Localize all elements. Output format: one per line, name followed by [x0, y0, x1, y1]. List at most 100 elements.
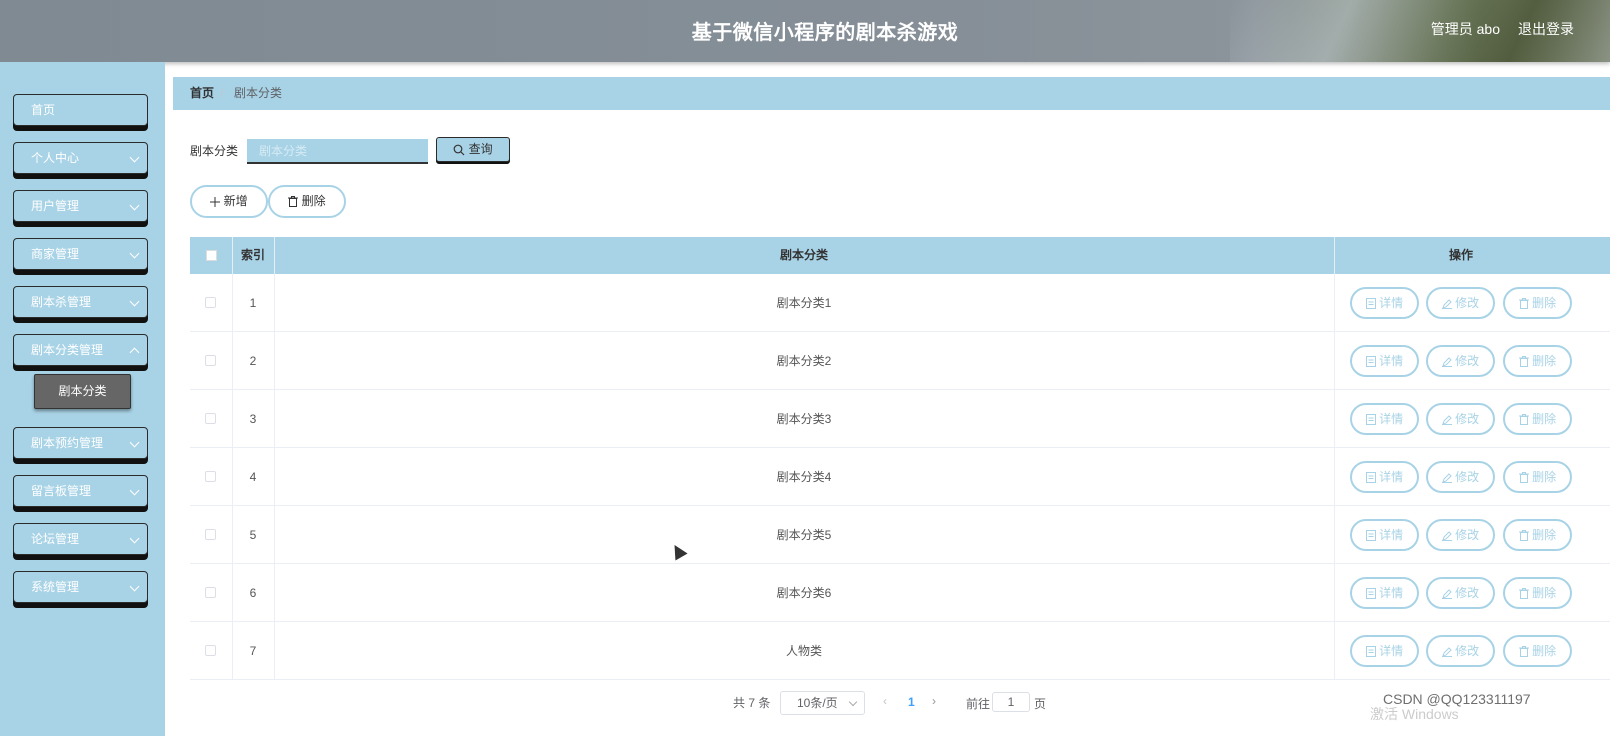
sidebar-item-label: 剧本杀管理	[31, 295, 92, 309]
row-checkbox[interactable]	[205, 297, 216, 308]
edit-button[interactable]: 修改	[1426, 461, 1495, 493]
edit-button[interactable]: 修改	[1426, 403, 1495, 435]
prev-page-button[interactable]: ‹	[883, 694, 887, 708]
row-checkbox[interactable]	[205, 587, 216, 598]
row-index: 1	[249, 296, 257, 310]
row-checkbox[interactable]	[205, 529, 216, 540]
chevron-down-icon	[129, 437, 140, 448]
sidebar-item-home[interactable]: 首页	[13, 94, 148, 126]
document-icon	[1365, 356, 1376, 368]
row-delete-button[interactable]: 删除	[1503, 577, 1572, 609]
sidebar-item-forum-management[interactable]: 论坛管理	[13, 523, 148, 555]
chevron-down-icon	[129, 296, 140, 307]
detail-button[interactable]: 详情	[1350, 519, 1419, 551]
row-delete-button[interactable]: 删除	[1503, 287, 1572, 319]
logout-link[interactable]: 退出登录	[1518, 19, 1610, 39]
delete-label: 删除	[1532, 470, 1557, 484]
row-index: 4	[249, 470, 257, 484]
detail-button[interactable]: 详情	[1350, 345, 1419, 377]
breadcrumb-home[interactable]: 首页	[190, 77, 214, 110]
delete-label: 删除	[1532, 412, 1557, 426]
row-index: 6	[249, 586, 257, 600]
edit-icon	[1441, 357, 1452, 367]
edit-button[interactable]: 修改	[1426, 345, 1495, 377]
edit-button[interactable]: 修改	[1426, 577, 1495, 609]
edit-icon	[1441, 589, 1452, 599]
detail-button[interactable]: 详情	[1350, 577, 1419, 609]
detail-button[interactable]: 详情	[1350, 287, 1419, 319]
row-category: 剧本分类2	[776, 354, 832, 368]
row-checkbox[interactable]	[205, 355, 216, 366]
sidebar-item-personal-center[interactable]: 个人中心	[13, 142, 148, 174]
row-checkbox[interactable]	[205, 645, 216, 656]
sidebar-item-label: 论坛管理	[31, 532, 80, 546]
row-index: 2	[249, 354, 257, 368]
chevron-down-icon	[129, 152, 140, 163]
sidebar-subitem-script-category[interactable]: 剧本分类	[34, 374, 131, 409]
chevron-down-icon	[129, 533, 140, 544]
chevron-down-icon	[848, 697, 858, 707]
sidebar-item-system-management[interactable]: 系统管理	[13, 571, 148, 603]
row-category: 剧本分类1	[776, 296, 832, 310]
header-index: 索引	[240, 248, 265, 262]
goto-page-input[interactable]: 1	[992, 692, 1030, 712]
page-suffix: 页	[1034, 697, 1047, 711]
sidebar-item-label: 首页	[31, 103, 56, 117]
row-select-cell[interactable]	[190, 274, 232, 332]
row-select-cell[interactable]	[190, 332, 232, 390]
sidebar-item-user-management[interactable]: 用户管理	[13, 190, 148, 222]
row-delete-button[interactable]: 删除	[1503, 635, 1572, 667]
next-page-button[interactable]: ›	[932, 694, 936, 708]
row-select-cell[interactable]	[190, 448, 232, 506]
sidebar-item-label: 个人中心	[31, 151, 80, 165]
header-select-all[interactable]	[190, 237, 232, 274]
row-category: 剧本分类6	[776, 586, 832, 600]
table-row: 5 剧本分类5 详情 修改 删除	[190, 506, 1610, 564]
breadcrumb-current: 剧本分类	[234, 86, 283, 100]
row-delete-button[interactable]: 删除	[1503, 519, 1572, 551]
edit-icon	[1441, 473, 1452, 483]
chevron-down-icon	[129, 485, 140, 496]
detail-button[interactable]: 详情	[1350, 403, 1419, 435]
detail-label: 详情	[1379, 296, 1404, 310]
sidebar-item-category-management[interactable]: 剧本分类管理	[13, 334, 148, 366]
page-size-select[interactable]: 10条/页	[780, 691, 865, 715]
edit-button[interactable]: 修改	[1426, 635, 1495, 667]
divider	[1334, 564, 1335, 622]
add-button[interactable]: 新增	[190, 185, 268, 218]
row-delete-button[interactable]: 删除	[1503, 403, 1572, 435]
row-category: 剧本分类3	[776, 412, 832, 426]
search-input[interactable]	[247, 139, 428, 164]
detail-label: 详情	[1379, 586, 1404, 600]
sidebar-item-message-board[interactable]: 留言板管理	[13, 475, 148, 507]
edit-label: 修改	[1455, 412, 1480, 426]
page-number-current[interactable]: 1	[908, 695, 915, 709]
edit-button[interactable]: 修改	[1426, 287, 1495, 319]
sidebar-item-reservation-management[interactable]: 剧本预约管理	[13, 427, 148, 459]
table-row: 7 人物类 详情 修改 删除	[190, 622, 1610, 680]
row-delete-button[interactable]: 删除	[1503, 461, 1572, 493]
row-checkbox[interactable]	[205, 413, 216, 424]
search-button-label: 查询	[468, 142, 493, 156]
trash-icon	[288, 196, 299, 208]
detail-label: 详情	[1379, 354, 1404, 368]
edit-icon	[1441, 531, 1452, 541]
sidebar-item-script-management[interactable]: 剧本杀管理	[13, 286, 148, 318]
row-delete-button[interactable]: 删除	[1503, 345, 1572, 377]
edit-button[interactable]: 修改	[1426, 519, 1495, 551]
select-all-checkbox[interactable]	[206, 250, 217, 261]
row-select-cell[interactable]	[190, 564, 232, 622]
row-select-cell[interactable]	[190, 622, 232, 680]
row-select-cell[interactable]	[190, 506, 232, 564]
detail-button[interactable]: 详情	[1350, 635, 1419, 667]
batch-delete-button[interactable]: 删除	[268, 185, 346, 218]
row-checkbox[interactable]	[205, 471, 216, 482]
row-category: 人物类	[785, 644, 822, 658]
sidebar-item-label: 商家管理	[31, 247, 80, 261]
search-icon	[453, 144, 465, 156]
sidebar-item-merchant-management[interactable]: 商家管理	[13, 238, 148, 270]
table-header: 索引 剧本分类 操作	[190, 237, 1610, 274]
detail-button[interactable]: 详情	[1350, 461, 1419, 493]
search-button[interactable]: 查询	[436, 137, 510, 162]
row-select-cell[interactable]	[190, 390, 232, 448]
